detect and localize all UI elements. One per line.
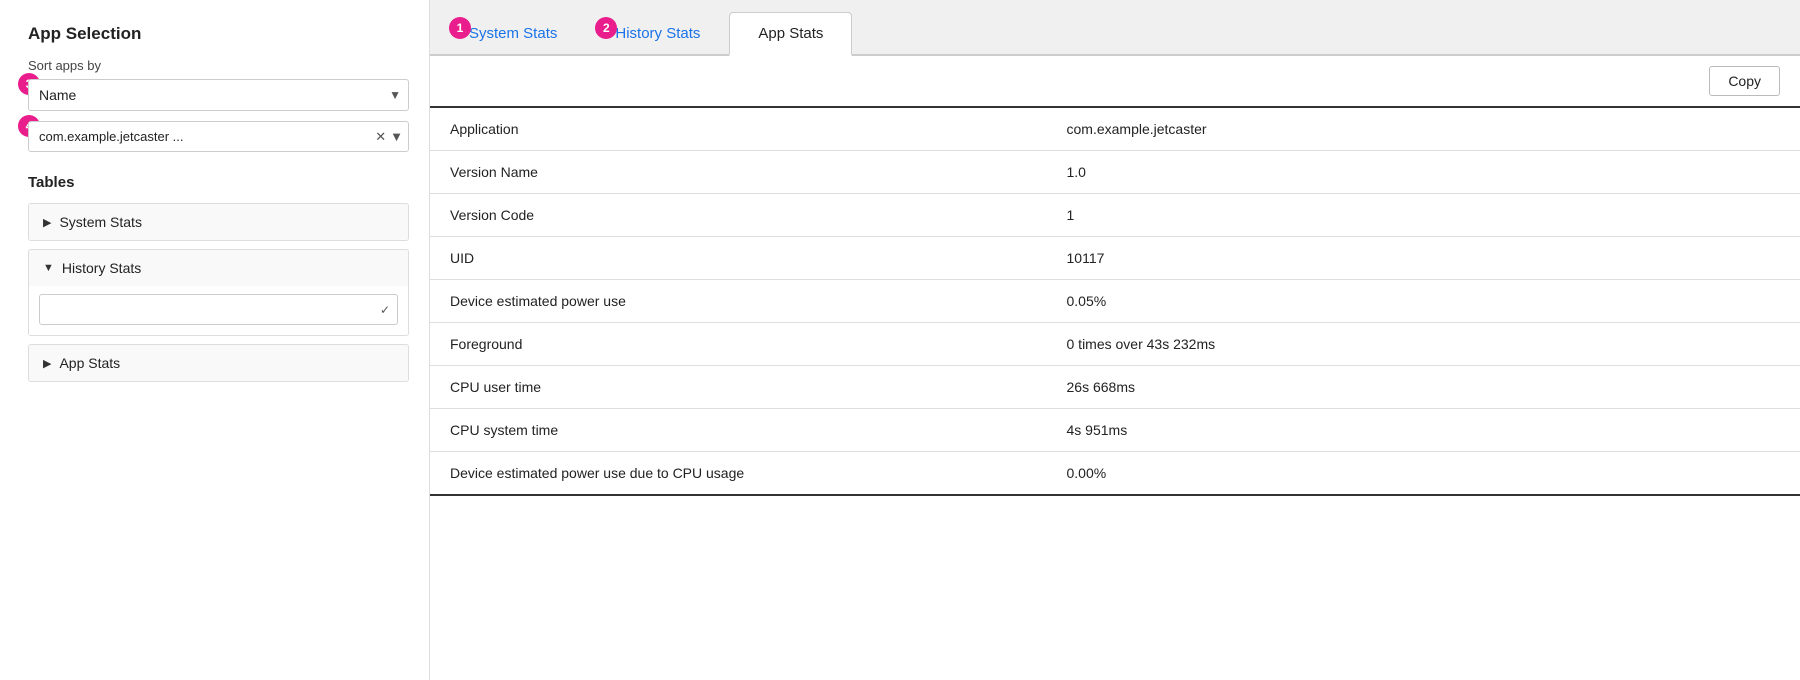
- table-row: Version Name 1.0: [430, 151, 1800, 194]
- stat-value: 0 times over 43s 232ms: [1047, 323, 1800, 366]
- system-stats-label: System Stats: [59, 214, 141, 230]
- app-select[interactable]: com.example.jetcaster ...: [28, 121, 409, 152]
- history-sub-select[interactable]: [39, 294, 398, 325]
- tab-app-stats[interactable]: App Stats: [729, 12, 852, 56]
- app-select-wrapper: com.example.jetcaster ... ✕ ▼: [28, 121, 409, 152]
- table-header-app-stats[interactable]: ▶ App Stats: [29, 345, 408, 381]
- stat-key: UID: [430, 237, 1047, 280]
- arrow-right-icon-2: ▶: [43, 357, 51, 370]
- sort-select-wrapper: Name Package UID ▼: [28, 79, 409, 111]
- stats-table: Application com.example.jetcaster Versio…: [430, 106, 1800, 496]
- table-row: CPU user time 26s 668ms: [430, 366, 1800, 409]
- tab-badge-2: 2: [595, 17, 617, 39]
- history-sub-select-wrapper: ✓: [39, 294, 398, 325]
- stat-key: CPU user time: [430, 366, 1047, 409]
- table-item-history-stats: ▼ History Stats ✓: [28, 249, 409, 336]
- history-stats-label: History Stats: [62, 260, 141, 276]
- stat-value: 0.00%: [1047, 452, 1800, 496]
- tab-history-stats-label: History Stats: [615, 25, 700, 42]
- tab-app-stats-label: App Stats: [758, 25, 823, 42]
- tab-system-stats-label: System Stats: [469, 25, 557, 42]
- stat-key: Device estimated power use: [430, 280, 1047, 323]
- tab-system-stats[interactable]: 1 System Stats: [440, 12, 586, 54]
- stat-value: 1: [1047, 194, 1800, 237]
- arrow-down-icon: ▼: [43, 262, 54, 274]
- table-header-system-stats[interactable]: ▶ System Stats: [29, 204, 408, 240]
- arrow-right-icon: ▶: [43, 216, 51, 229]
- table-row: Device estimated power use due to CPU us…: [430, 452, 1800, 496]
- stat-value: 0.05%: [1047, 280, 1800, 323]
- toolbar: Copy: [430, 56, 1800, 106]
- stat-value: com.example.jetcaster: [1047, 107, 1800, 151]
- app-stats-label: App Stats: [59, 355, 120, 371]
- table-row: Device estimated power use 0.05%: [430, 280, 1800, 323]
- stat-value: 1.0: [1047, 151, 1800, 194]
- stat-value: 10117: [1047, 237, 1800, 280]
- sidebar: App Selection Sort apps by 3 Name Packag…: [0, 0, 430, 680]
- tables-title: Tables: [28, 174, 409, 191]
- table-row: Version Code 1: [430, 194, 1800, 237]
- table-row: UID 10117: [430, 237, 1800, 280]
- stat-key: CPU system time: [430, 409, 1047, 452]
- stat-key: Foreground: [430, 323, 1047, 366]
- tabs-bar: 1 System Stats 2 History Stats App Stats: [430, 0, 1800, 56]
- stat-key: Version Code: [430, 194, 1047, 237]
- table-row: Application com.example.jetcaster: [430, 107, 1800, 151]
- content-area: Copy Application com.example.jetcaster V…: [430, 56, 1800, 680]
- table-item-app-stats: ▶ App Stats: [28, 344, 409, 382]
- main-panel: 1 System Stats 2 History Stats App Stats…: [430, 0, 1800, 680]
- table-header-history-stats[interactable]: ▼ History Stats: [29, 250, 408, 286]
- sidebar-title: App Selection: [28, 24, 409, 44]
- copy-button[interactable]: Copy: [1709, 66, 1780, 96]
- sort-select[interactable]: Name Package UID: [28, 79, 409, 111]
- stat-key: Version Name: [430, 151, 1047, 194]
- table-item-system-stats: ▶ System Stats: [28, 203, 409, 241]
- stat-key: Application: [430, 107, 1047, 151]
- stat-value: 4s 951ms: [1047, 409, 1800, 452]
- sort-label: Sort apps by: [28, 58, 409, 73]
- table-row: CPU system time 4s 951ms: [430, 409, 1800, 452]
- stat-key: Device estimated power use due to CPU us…: [430, 452, 1047, 496]
- tab-history-stats[interactable]: 2 History Stats: [586, 12, 729, 54]
- tab-badge-1: 1: [449, 17, 471, 39]
- history-stats-sub: ✓: [29, 286, 408, 335]
- table-row: Foreground 0 times over 43s 232ms: [430, 323, 1800, 366]
- stat-value: 26s 668ms: [1047, 366, 1800, 409]
